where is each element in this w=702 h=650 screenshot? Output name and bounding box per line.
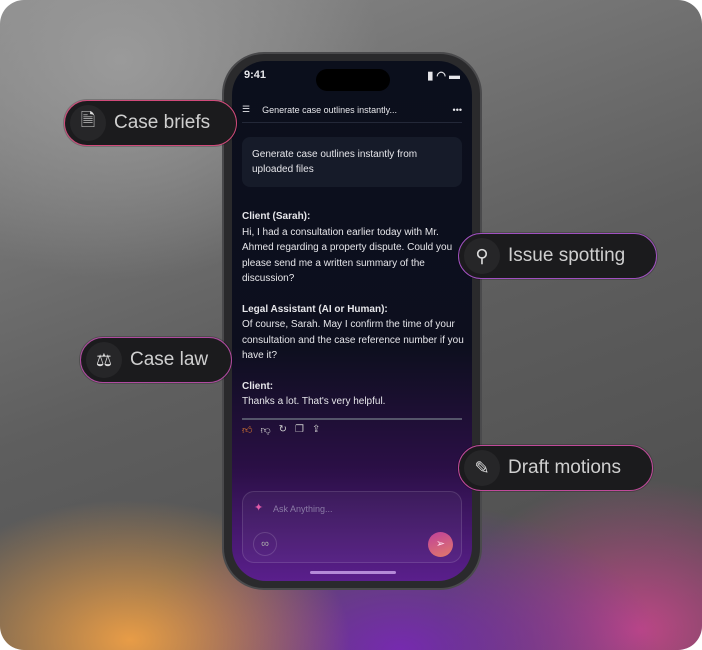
feature-label: Issue spotting xyxy=(508,245,626,266)
chat-header: ☰ Generate case outlines instantly... ••… xyxy=(242,97,462,123)
document-icon: 🗎 xyxy=(70,105,106,141)
pencil-icon: ✎ xyxy=(464,450,500,486)
magnifier-icon: ⚲ xyxy=(464,238,500,274)
message-text: Of course, Sarah. May I confirm the time… xyxy=(242,319,464,361)
message: Client (Sarah): Hi, I had a consultation … xyxy=(242,209,467,287)
phone-mockup: 9:41 ▮ ◠ ▬ ☰ Generate case outlines inst… xyxy=(222,52,482,590)
share-icon[interactable]: ⇪ xyxy=(312,424,320,436)
gavel-icon: ⚖ xyxy=(86,342,122,378)
message-text: Thanks a lot. That's very helpful. xyxy=(242,396,386,407)
menu-icon[interactable]: ☰ xyxy=(242,104,250,115)
chat-transcript: Client (Sarah): Hi, I had a consultation … xyxy=(242,209,467,425)
ask-input[interactable]: ✦ Ask Anything... ∞ ➢ xyxy=(242,491,462,563)
speaker: Client: xyxy=(242,380,274,392)
message-text: Hi, I had a consultation earlier today w… xyxy=(242,226,453,285)
feature-label: Case law xyxy=(130,349,209,370)
user-prompt-bubble: Generate case outlines instantly from up… xyxy=(242,137,462,187)
feature-label: Case briefs xyxy=(114,112,211,133)
regenerate-icon[interactable]: ↻ xyxy=(279,424,287,436)
status-bar: 9:41 ▮ ◠ ▬ xyxy=(244,69,460,82)
message: Legal Assistant (AI or Human): Of course,… xyxy=(242,302,467,364)
time: 9:41 xyxy=(244,69,267,81)
copy-icon[interactable]: ❐ xyxy=(295,424,304,436)
attach-link-icon[interactable]: ∞ xyxy=(253,532,277,556)
speaker: Client (Sarah): xyxy=(242,211,311,222)
thumbs-up-icon[interactable]: 👍︎ xyxy=(242,424,252,436)
feature-draft-motions: ✎ Draft motions xyxy=(458,445,653,491)
chat-title: Generate case outlines instantly... xyxy=(262,104,397,115)
phone-screen: 9:41 ▮ ◠ ▬ ☰ Generate case outlines inst… xyxy=(232,61,472,581)
message-actions: 👍︎ 👎︎ ↻ ❐ ⇪ xyxy=(242,424,320,436)
promo-card: 9:41 ▮ ◠ ▬ ☰ Generate case outlines inst… xyxy=(0,0,702,650)
thumbs-down-icon[interactable]: 👎︎ xyxy=(260,424,270,436)
home-indicator xyxy=(310,571,396,574)
feature-case-briefs: 🗎 Case briefs xyxy=(64,100,237,146)
status-icons: ▮ ◠ ▬ xyxy=(427,70,460,82)
sparkle-icon: ✦ xyxy=(254,502,264,514)
speaker: Legal Assistant (AI or Human): xyxy=(242,303,388,315)
feature-issue-spotting: ⚲ Issue spotting xyxy=(458,233,657,279)
feature-case-law: ⚖ Case law xyxy=(80,337,232,383)
divider xyxy=(242,418,462,420)
feature-label: Draft motions xyxy=(508,457,621,478)
more-icon[interactable]: ••• xyxy=(453,105,462,115)
input-placeholder: Ask Anything... xyxy=(273,504,333,514)
send-button[interactable]: ➢ xyxy=(428,532,453,557)
message: Client: Thanks a lot. That's very helpful… xyxy=(242,379,467,410)
